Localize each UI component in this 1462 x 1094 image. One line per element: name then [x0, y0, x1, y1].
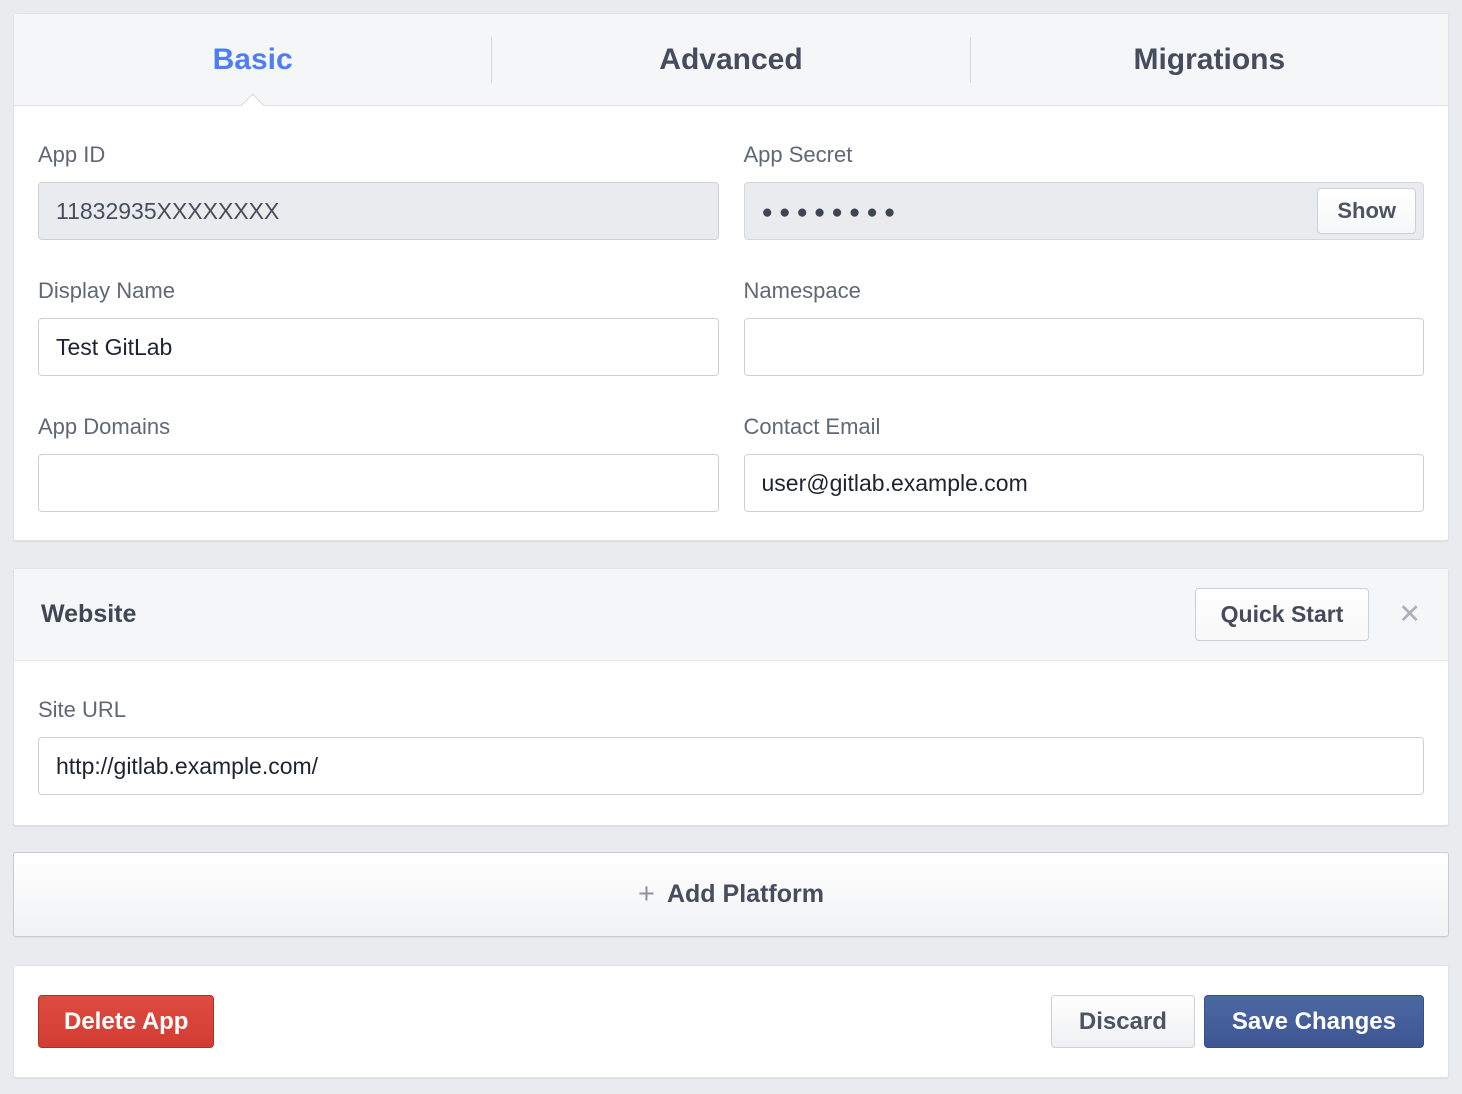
- app-secret-label: App Secret: [744, 142, 1425, 168]
- contact-email-field-group: Contact Email: [744, 414, 1425, 512]
- close-icon[interactable]: ✕: [1398, 601, 1421, 628]
- app-id-field-group: App ID: [38, 142, 719, 240]
- tab-migrations[interactable]: Migrations: [971, 14, 1448, 105]
- website-panel-title: Website: [41, 600, 1195, 629]
- tab-advanced[interactable]: Advanced: [492, 14, 969, 105]
- discard-button[interactable]: Discard: [1051, 995, 1195, 1048]
- website-panel-header: Website Quick Start ✕: [14, 569, 1448, 661]
- site-url-input[interactable]: [38, 737, 1424, 795]
- app-secret-input: ●●●●●●●● Show: [744, 182, 1425, 240]
- contact-email-input[interactable]: [744, 454, 1425, 512]
- website-platform-panel: Website Quick Start ✕ Site URL: [13, 568, 1449, 826]
- namespace-input[interactable]: [744, 318, 1425, 376]
- quick-start-button[interactable]: Quick Start: [1195, 588, 1370, 641]
- tab-basic[interactable]: Basic: [14, 14, 491, 105]
- footer-action-bar: Delete App Discard Save Changes: [13, 965, 1449, 1078]
- settings-tabbar: Basic Advanced Migrations: [14, 14, 1448, 106]
- basic-settings-form: App ID App Secret ●●●●●●●● Show Display …: [14, 106, 1448, 540]
- website-panel-body: Site URL: [14, 661, 1448, 825]
- app-id-input: [38, 182, 719, 240]
- app-secret-masked-value: ●●●●●●●●: [762, 200, 1318, 222]
- app-domains-label: App Domains: [38, 414, 719, 440]
- add-platform-button[interactable]: + Add Platform: [13, 852, 1449, 937]
- app-domains-field-group: App Domains: [38, 414, 719, 512]
- app-domains-input[interactable]: [38, 454, 719, 512]
- namespace-field-group: Namespace: [744, 278, 1425, 376]
- app-secret-field-group: App Secret ●●●●●●●● Show: [744, 142, 1425, 240]
- display-name-field-group: Display Name: [38, 278, 719, 376]
- display-name-label: Display Name: [38, 278, 719, 304]
- app-settings-panel: Basic Advanced Migrations App ID App Sec…: [13, 13, 1449, 541]
- site-url-field-group: Site URL: [38, 697, 1424, 795]
- plus-icon: +: [638, 878, 655, 911]
- delete-app-button[interactable]: Delete App: [38, 995, 214, 1048]
- app-id-label: App ID: [38, 142, 719, 168]
- add-platform-label: Add Platform: [667, 880, 824, 909]
- namespace-label: Namespace: [744, 278, 1425, 304]
- contact-email-label: Contact Email: [744, 414, 1425, 440]
- site-url-label: Site URL: [38, 697, 1424, 723]
- save-changes-button[interactable]: Save Changes: [1204, 995, 1424, 1048]
- display-name-input[interactable]: [38, 318, 719, 376]
- show-secret-button[interactable]: Show: [1317, 188, 1416, 234]
